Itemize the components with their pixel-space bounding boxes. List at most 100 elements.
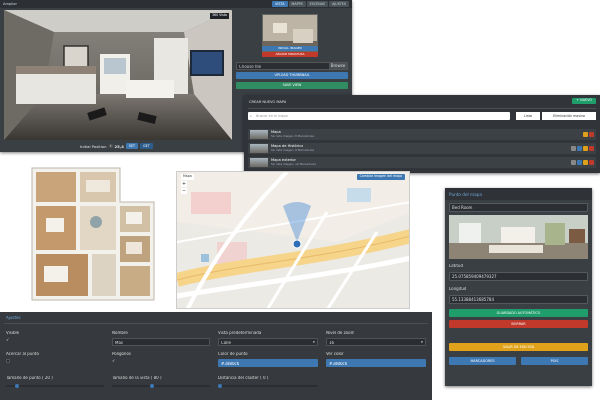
latitude-input[interactable]: 25.075859409479327 xyxy=(449,272,588,281)
longitude-label: Longitud xyxy=(449,287,467,291)
chevron-down-icon: ▼ xyxy=(420,340,423,344)
markers-button[interactable]: MARCADORES xyxy=(449,357,516,365)
default-view-label: Vista predeterminada xyxy=(218,331,262,335)
new-map-button[interactable]: + NUEVO xyxy=(572,98,596,104)
map-name: Mapa de Histórico xyxy=(271,144,304,148)
map-search-input[interactable]: ⌕ Buscar en el mapa xyxy=(248,112,510,120)
tab-view[interactable]: VISTA xyxy=(272,1,288,7)
map-list-item[interactable]: Mapa de Histórico Sin lista imagen, 8 Ma… xyxy=(248,143,596,154)
file-input-label: Choose file xyxy=(239,64,262,69)
maps-title: CREAR NUEVO MAPA xyxy=(249,100,287,104)
editor-tabs: VISTA MAPPS ESCENAS AJUSTES xyxy=(272,1,349,7)
map-canvas[interactable]: Mapa Cambiar imagen del mapa + − xyxy=(176,171,410,309)
copy-icon[interactable] xyxy=(571,146,576,151)
initial-position-label: Initial Position xyxy=(80,143,107,149)
map-name: Mapa xyxy=(271,130,281,134)
bulk-delete-button[interactable]: Eliminación masiva xyxy=(542,112,596,120)
view-size-slider[interactable] xyxy=(112,384,210,388)
longitude-input[interactable]: 55.13388413685784 xyxy=(449,295,588,304)
map-sub: Sin lista imagen, 12 Marcadores xyxy=(271,163,316,166)
map-label: Mapa xyxy=(181,174,194,180)
map-list-item[interactable]: Mapa Sin lista imagen, 8 Marcadores xyxy=(248,129,596,140)
get-position-button[interactable]: GET xyxy=(140,143,153,149)
map-thumb xyxy=(250,130,268,139)
map-list-item[interactable]: Mapa exterior Sin lista imagen, 12 Marca… xyxy=(248,157,596,168)
name-input[interactable]: Mas xyxy=(112,338,210,346)
edit-icon[interactable] xyxy=(583,146,588,151)
delete-icon[interactable] xyxy=(589,146,594,151)
initial-position-bar: Initial Position ? 25,4 SET GET xyxy=(80,143,153,149)
exit-edit-button[interactable]: SALIR DE EDICIÓN xyxy=(449,343,588,351)
cluster-distance-slider[interactable] xyxy=(218,384,318,388)
name-value: Mas xyxy=(115,340,123,345)
view-size-knob[interactable] xyxy=(149,384,154,388)
settings-title: Ajustes xyxy=(6,316,21,320)
delete-icon[interactable] xyxy=(589,132,594,137)
search-placeholder: Buscar en el mapa xyxy=(256,114,288,118)
polygons-label: Polígonos xyxy=(112,352,131,356)
point-size-slider[interactable] xyxy=(6,384,104,388)
edit-icon[interactable] xyxy=(583,132,588,137)
copy-icon[interactable] xyxy=(571,160,576,165)
cluster-distance-knob[interactable] xyxy=(218,384,222,388)
cluster-distance-label: Distancia del clúster ( 0 ) xyxy=(218,376,269,380)
initial-position-value: 25,4 xyxy=(114,143,124,149)
point-panel-title: Punto del mapa xyxy=(449,191,482,197)
tab-maps[interactable]: MAPPS xyxy=(288,1,306,7)
view-icon[interactable] xyxy=(577,146,582,151)
point-color-label: Color de punto xyxy=(218,352,248,356)
divider xyxy=(4,323,428,324)
view-badge: 360 Vista xyxy=(210,13,229,19)
change-map-image-button[interactable]: Cambiar imagen del mapa xyxy=(356,174,405,180)
autosave-button[interactable]: GUARDADO AUTOMÁTICO xyxy=(449,309,588,317)
search-icon: ⌕ xyxy=(250,113,252,118)
zoom-level-select[interactable]: 16 ▼ xyxy=(326,338,426,346)
view-color-input[interactable]: #3d80c6 xyxy=(326,359,426,367)
view-icon[interactable] xyxy=(577,160,582,165)
zoom-level-value: 16 xyxy=(329,340,335,345)
map-name: Mapa exterior xyxy=(271,158,296,162)
info-icon: ? xyxy=(108,144,113,148)
polygons-checkbox[interactable]: ✓ xyxy=(112,359,115,364)
zoom-in-button[interactable]: + xyxy=(181,181,187,187)
delete-icon[interactable] xyxy=(589,160,594,165)
file-input[interactable]: Choose file Browse xyxy=(236,62,348,70)
browse-button[interactable]: Browse xyxy=(329,63,347,69)
initial-image-button[interactable]: INICIAL IMAGEN xyxy=(262,46,318,51)
map-thumb xyxy=(250,158,268,167)
zoom-out-button[interactable]: − xyxy=(181,188,187,194)
tab-settings[interactable]: AJUSTES xyxy=(329,1,349,7)
visible-checkbox[interactable]: ✓ xyxy=(6,338,9,343)
panorama-view[interactable]: 360 Vista xyxy=(4,10,232,140)
point-size-knob[interactable] xyxy=(15,384,20,388)
list-button[interactable]: Lista xyxy=(516,112,540,120)
longitude-value: 55.13388413685784 xyxy=(452,297,494,302)
default-view-select[interactable]: Calle ▼ xyxy=(218,338,318,346)
upload-thumbnail-button[interactable]: UPLOAD THUMBNAIL xyxy=(236,72,348,79)
editor-title: Ampliar xyxy=(3,1,17,6)
center-point-checkbox[interactable] xyxy=(6,359,10,363)
room-select[interactable]: Bed Room xyxy=(449,203,588,212)
view-color-label: Ver color xyxy=(326,352,344,356)
pois-button[interactable]: POIS xyxy=(521,357,588,365)
point-color-input[interactable]: #3d80c6 xyxy=(218,359,318,367)
view-size-label: Tamaño de la vista ( 80 ) xyxy=(112,376,162,380)
settings-panel: Ajustes Visible ✓ Acercar al punto Tamañ… xyxy=(0,312,432,400)
room-select-value: Bed Room xyxy=(452,205,473,210)
map-sub: Sin lista imagen, 8 Marcadores xyxy=(271,149,315,152)
set-position-button[interactable]: SET xyxy=(125,143,139,149)
room-preview-image xyxy=(449,215,588,259)
view-color-value: #3d80c6 xyxy=(329,361,348,366)
point-panel-header: Punto del mapa xyxy=(445,188,592,200)
divider xyxy=(248,108,596,109)
tab-scenes[interactable]: ESCENAS xyxy=(306,1,329,7)
edit-icon[interactable] xyxy=(583,160,588,165)
save-view-button[interactable]: SAVE VIEW xyxy=(236,82,348,89)
editor-header: Ampliar VISTA MAPPS ESCENAS AJUSTES xyxy=(0,0,352,8)
latitude-value: 25.075859409479327 xyxy=(452,274,497,279)
add-thumbnail-button[interactable]: AÑADIR MINIATURA xyxy=(262,52,318,57)
delete-button[interactable]: BORRAR xyxy=(449,320,588,328)
floor-plan-image xyxy=(26,160,158,306)
name-label: Nombre xyxy=(112,331,128,335)
map-thumb xyxy=(250,144,268,153)
